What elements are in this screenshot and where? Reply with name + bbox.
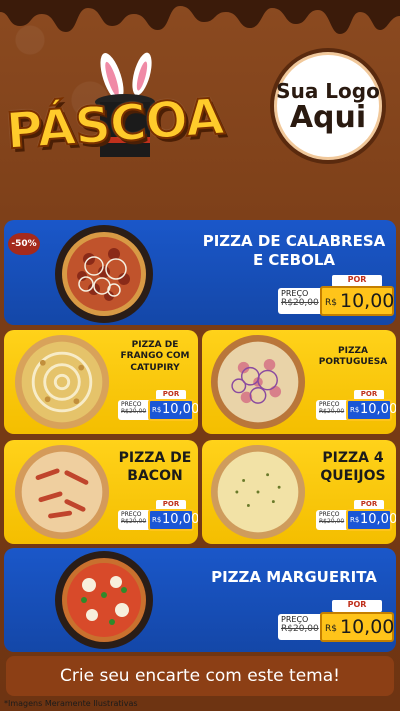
- product-name: PIZZA PORTUGUESA: [318, 346, 388, 368]
- product-name: PIZZA DE FRANGO COM CATUPIRY: [120, 340, 190, 373]
- pizza-calabresa-image: [55, 225, 153, 323]
- currency: R$: [325, 298, 337, 308]
- price-value: 10,00: [360, 512, 396, 527]
- price-value: 10,00: [360, 402, 396, 417]
- old-price: R$20,00: [121, 408, 147, 415]
- pizza-4-queijos-image: [210, 444, 306, 540]
- product-name: PIZZA MARGUERITA: [211, 568, 377, 586]
- product-name: PIZZA DE BACON: [118, 450, 192, 484]
- new-price: R$ 10,00: [346, 509, 396, 531]
- old-price: R$20,00: [281, 298, 319, 308]
- currency: R$: [152, 516, 162, 524]
- currency: R$: [325, 624, 337, 634]
- price-value: 10,00: [162, 512, 198, 527]
- new-price: R$ 10,00: [320, 286, 394, 316]
- old-price: R$20,00: [281, 624, 319, 634]
- currency: R$: [350, 406, 360, 414]
- price-por-label: POR: [332, 600, 382, 612]
- preco-label: PREÇO: [281, 289, 309, 298]
- new-price: R$ 10,00: [346, 399, 396, 421]
- new-price: R$ 10,00: [320, 612, 394, 642]
- preco-label: PREÇO: [319, 401, 340, 408]
- old-price: R$20,00: [319, 408, 345, 415]
- discount-badge: -50%: [8, 233, 40, 255]
- chocolate-drip-decoration: [0, 0, 400, 34]
- old-price: R$20,00: [121, 518, 147, 525]
- logo-line2: Aqui: [289, 100, 367, 135]
- price-value: 10,00: [340, 616, 395, 638]
- flyer: { "header": {"title": "PÁSCOA", "logo_li…: [0, 0, 400, 711]
- product-name: PIZZA DE CALABRESA E CEBOLA: [202, 232, 386, 269]
- easter-title: PÁSCOA: [3, 86, 226, 161]
- price-value: 10,00: [340, 290, 395, 312]
- price-value: 10,00: [162, 402, 198, 417]
- cta-banner[interactable]: Crie seu encarte com este tema!: [6, 656, 394, 696]
- product-name: PIZZA 4 QUEIJOS: [320, 450, 386, 484]
- new-price: R$ 10,00: [148, 509, 198, 531]
- pizza-portuguesa-image: [210, 334, 306, 430]
- pizza-frango-image: [14, 334, 110, 430]
- disclaimer-note: *Imagens Meramente Ilustrativas: [4, 699, 138, 708]
- preco-label: PREÇO: [319, 511, 340, 518]
- pizza-marguerita-image: [55, 551, 153, 649]
- preco-label: PREÇO: [281, 615, 309, 624]
- currency: R$: [152, 406, 162, 414]
- preco-label: PREÇO: [121, 511, 142, 518]
- pizza-bacon-image: [14, 444, 110, 540]
- currency: R$: [350, 516, 360, 524]
- old-price: R$20,00: [319, 518, 345, 525]
- preco-label: PREÇO: [121, 401, 142, 408]
- logo-placeholder: Sua Logo Aqui: [270, 48, 386, 164]
- new-price: R$ 10,00: [148, 399, 198, 421]
